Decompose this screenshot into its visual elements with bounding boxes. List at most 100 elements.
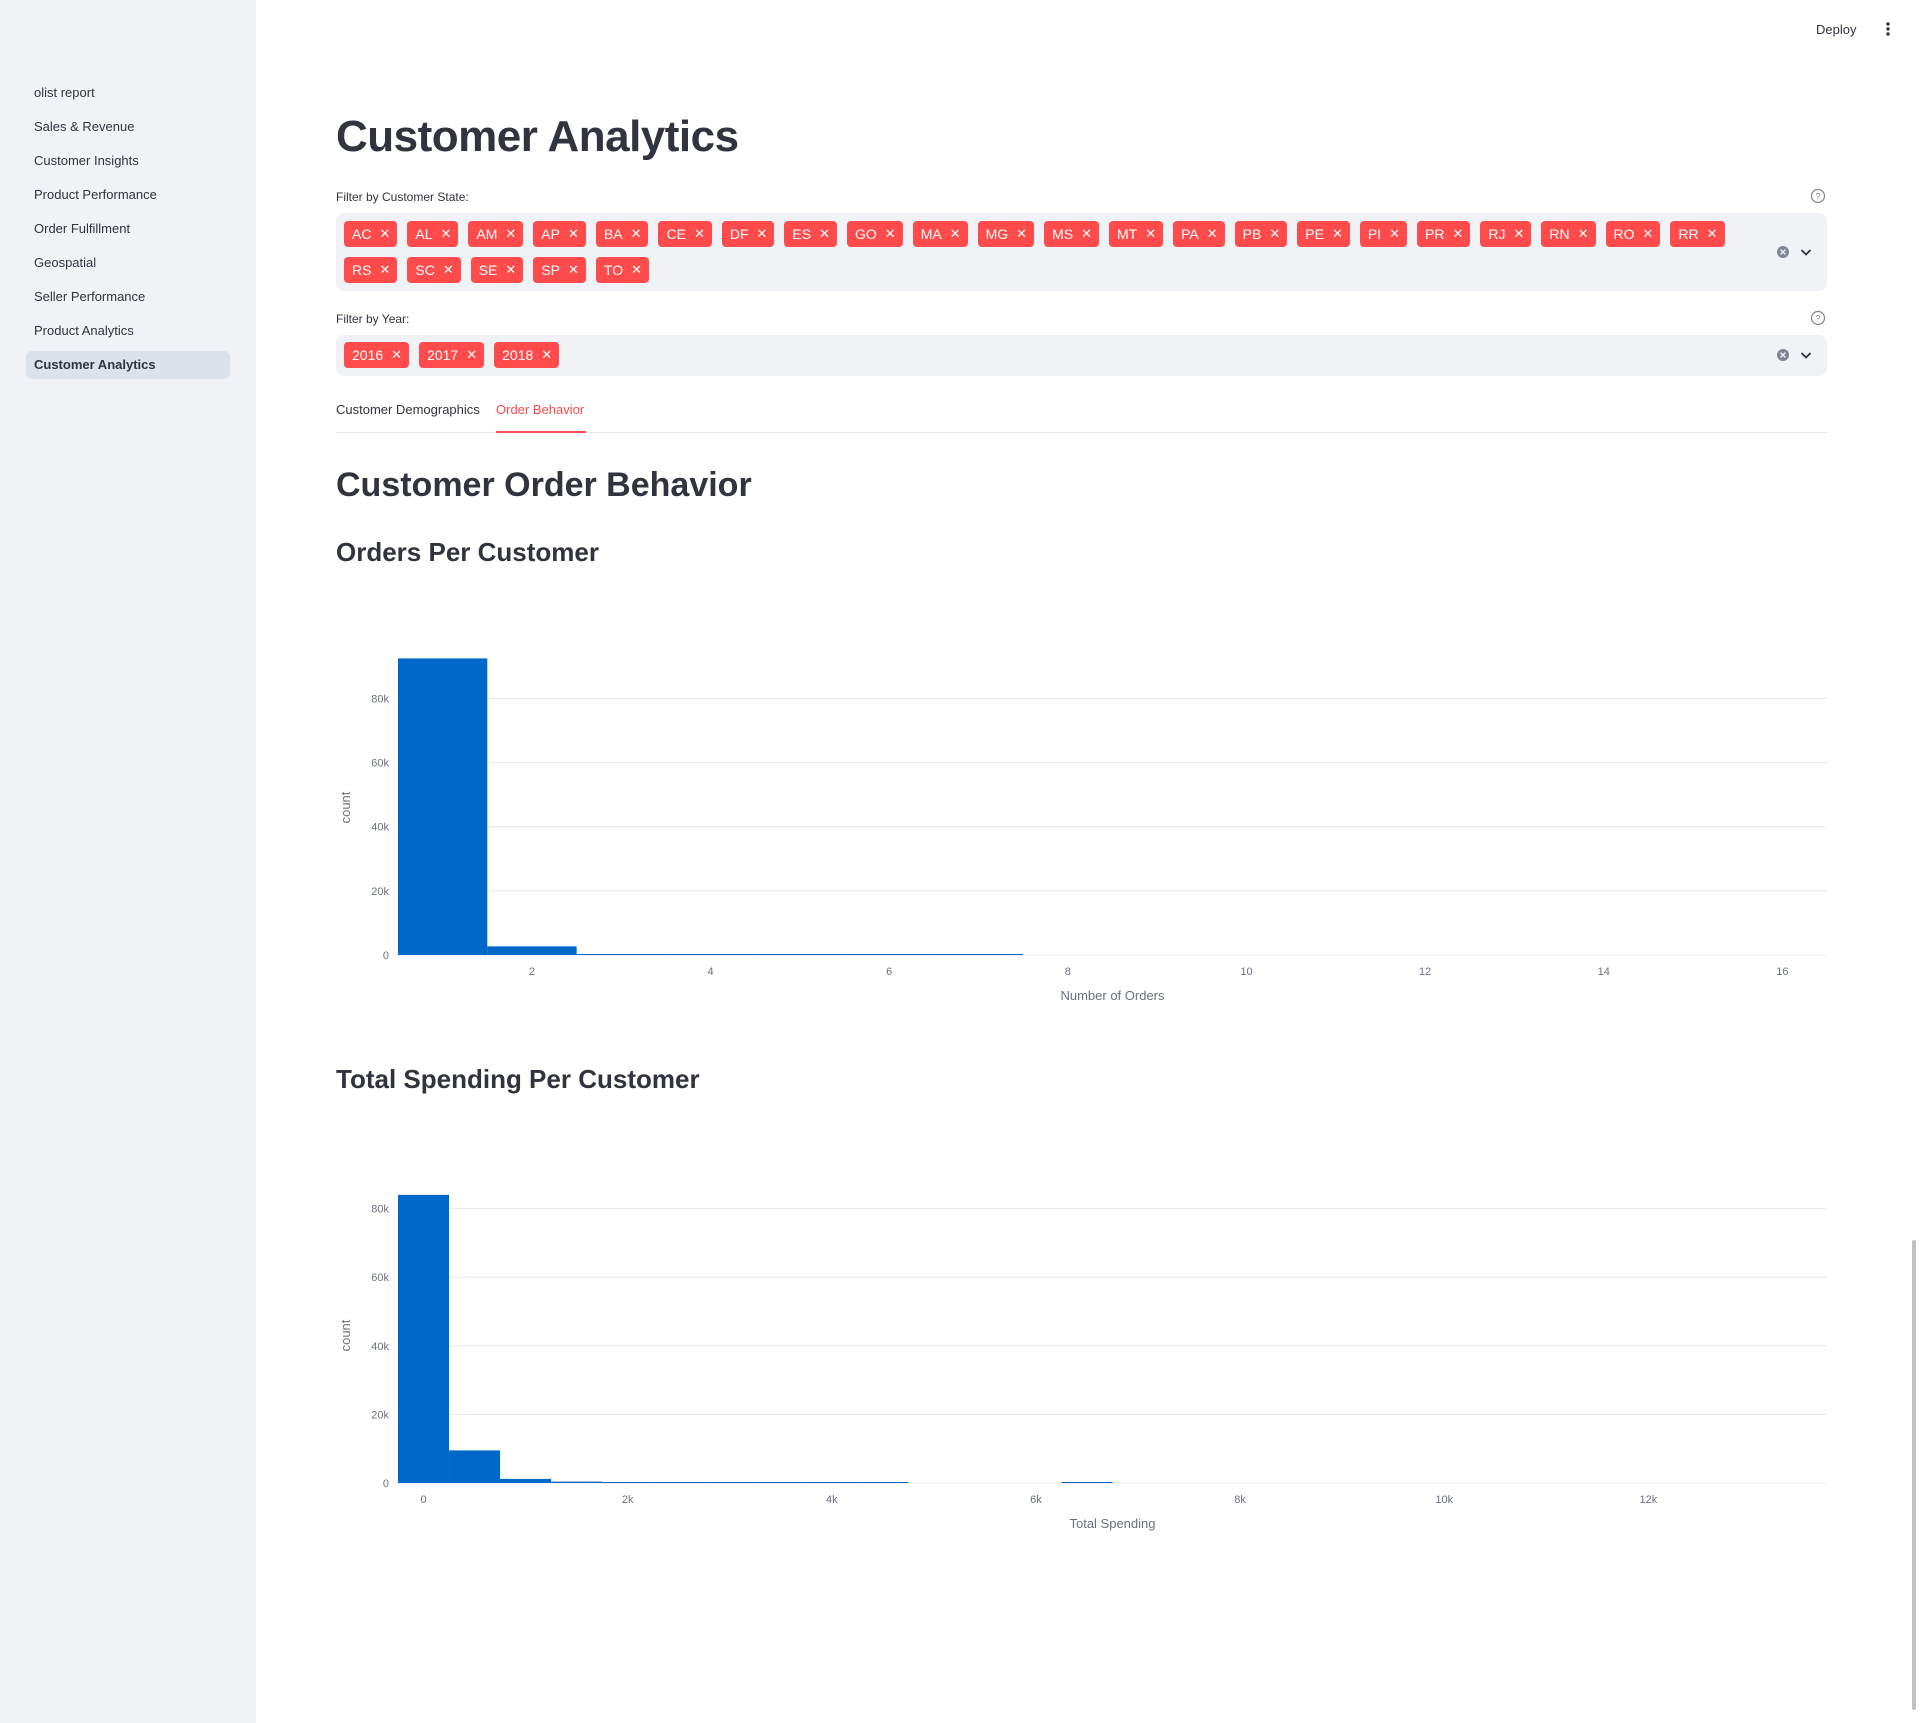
remove-chip-icon[interactable]: ✕ bbox=[885, 226, 896, 242]
remove-chip-icon[interactable]: ✕ bbox=[1452, 226, 1463, 242]
sidebar-item-customer-insights[interactable]: Customer Insights bbox=[26, 147, 230, 175]
help-circle-icon[interactable]: ? bbox=[1810, 310, 1826, 326]
sidebar-item-seller-performance[interactable]: Seller Performance bbox=[26, 283, 230, 311]
sidebar-item-product-performance[interactable]: Product Performance bbox=[26, 181, 230, 209]
state-chip[interactable]: TO ✕ bbox=[595, 257, 650, 283]
histogram-bar bbox=[933, 954, 1024, 955]
x-tick-label: 14 bbox=[1598, 966, 1610, 978]
state-chip[interactable]: CE ✕ bbox=[658, 221, 712, 247]
deploy-button[interactable]: Deploy bbox=[1810, 18, 1862, 41]
state-chip[interactable]: RJ ✕ bbox=[1480, 221, 1532, 247]
year-multiselect[interactable]: 2016 ✕ 2017 ✕ 2018 ✕ bbox=[336, 335, 1827, 376]
x-tick-label: 0 bbox=[420, 1494, 426, 1506]
remove-chip-icon[interactable]: ✕ bbox=[1513, 226, 1524, 242]
remove-chip-icon[interactable]: ✕ bbox=[1207, 226, 1218, 242]
scrollbar-thumb[interactable] bbox=[1912, 1240, 1916, 1710]
remove-chip-icon[interactable]: ✕ bbox=[1389, 226, 1400, 242]
sidebar-item-order-fulfillment[interactable]: Order Fulfillment bbox=[26, 215, 230, 243]
state-chip[interactable]: GO ✕ bbox=[847, 221, 903, 247]
state-chip[interactable]: PE ✕ bbox=[1297, 221, 1350, 247]
tab-customer-demographics[interactable]: Customer Demographics bbox=[336, 402, 480, 417]
chevron-down-icon[interactable] bbox=[1799, 348, 1813, 362]
state-chip[interactable]: PI ✕ bbox=[1359, 221, 1407, 247]
state-chip[interactable]: SE ✕ bbox=[470, 257, 524, 283]
page-scrollbar[interactable] bbox=[1908, 0, 1920, 1723]
state-chip[interactable]: RO ✕ bbox=[1605, 221, 1661, 247]
x-tick-label: 4k bbox=[826, 1494, 838, 1506]
clear-circle-icon[interactable] bbox=[1776, 245, 1790, 259]
state-chip[interactable]: RN ✕ bbox=[1541, 221, 1596, 247]
histogram-bar bbox=[576, 954, 666, 955]
state-chip-label: CE bbox=[666, 226, 686, 242]
y-tick-label: 0 bbox=[383, 950, 389, 962]
state-chip[interactable]: MS ✕ bbox=[1044, 221, 1099, 247]
state-chip[interactable]: PB ✕ bbox=[1234, 221, 1288, 247]
sidebar-item-sales-revenue[interactable]: Sales & Revenue bbox=[26, 113, 230, 141]
x-tick-label: 8k bbox=[1234, 1494, 1246, 1506]
state-chip[interactable]: SC ✕ bbox=[407, 257, 461, 283]
remove-chip-icon[interactable]: ✕ bbox=[568, 262, 579, 278]
state-chip[interactable]: MT ✕ bbox=[1108, 221, 1164, 247]
remove-chip-icon[interactable]: ✕ bbox=[443, 262, 454, 278]
remove-chip-icon[interactable]: ✕ bbox=[1707, 226, 1718, 242]
section-title: Customer Order Behavior bbox=[336, 466, 752, 504]
x-tick-label: 6 bbox=[886, 966, 892, 978]
state-chip[interactable]: AM ✕ bbox=[468, 221, 524, 247]
remove-chip-icon[interactable]: ✕ bbox=[379, 226, 390, 242]
clear-circle-icon[interactable] bbox=[1776, 348, 1790, 362]
remove-chip-icon[interactable]: ✕ bbox=[819, 226, 830, 242]
remove-chip-icon[interactable]: ✕ bbox=[950, 226, 961, 242]
state-chip[interactable]: MA ✕ bbox=[912, 221, 968, 247]
state-chip[interactable]: PR ✕ bbox=[1416, 221, 1471, 247]
remove-chip-icon[interactable]: ✕ bbox=[466, 347, 477, 363]
state-chip[interactable]: RS ✕ bbox=[344, 257, 398, 283]
histogram-bar bbox=[704, 1482, 756, 1483]
remove-chip-icon[interactable]: ✕ bbox=[1145, 226, 1156, 242]
help-circle-icon[interactable]: ? bbox=[1810, 188, 1826, 204]
sidebar-item-geospatial[interactable]: Geospatial bbox=[26, 249, 230, 277]
state-chip-label: RS bbox=[352, 262, 372, 278]
remove-chip-icon[interactable]: ✕ bbox=[1332, 226, 1343, 242]
remove-chip-icon[interactable]: ✕ bbox=[505, 262, 516, 278]
sidebar-item-product-analytics[interactable]: Product Analytics bbox=[26, 317, 230, 345]
year-chip[interactable]: 2018 ✕ bbox=[494, 342, 560, 368]
remove-chip-icon[interactable]: ✕ bbox=[541, 347, 552, 363]
sidebar-item-olist-report[interactable]: olist report bbox=[26, 79, 230, 107]
state-chip[interactable]: RR ✕ bbox=[1670, 221, 1725, 247]
state-chip[interactable]: MG ✕ bbox=[977, 221, 1035, 247]
chevron-down-icon[interactable] bbox=[1799, 245, 1813, 259]
state-chip[interactable]: AL ✕ bbox=[407, 221, 459, 247]
state-chip[interactable]: AC ✕ bbox=[344, 221, 398, 247]
remove-chip-icon[interactable]: ✕ bbox=[1016, 226, 1027, 242]
remove-chip-icon[interactable]: ✕ bbox=[757, 226, 768, 242]
state-chip[interactable]: PA ✕ bbox=[1173, 221, 1225, 247]
state-chip[interactable]: SP ✕ bbox=[533, 257, 586, 283]
remove-chip-icon[interactable]: ✕ bbox=[505, 226, 516, 242]
tab-bar: Customer Demographics Order Behavior bbox=[336, 398, 1827, 433]
state-chip[interactable]: DF ✕ bbox=[721, 221, 775, 247]
remove-chip-icon[interactable]: ✕ bbox=[568, 226, 579, 242]
remove-chip-icon[interactable]: ✕ bbox=[631, 226, 642, 242]
state-chip[interactable]: AP ✕ bbox=[533, 221, 586, 247]
remove-chip-icon[interactable]: ✕ bbox=[1578, 226, 1589, 242]
kebab-menu-icon[interactable] bbox=[1879, 18, 1897, 40]
year-chip[interactable]: 2016 ✕ bbox=[344, 342, 410, 368]
year-chip[interactable]: 2017 ✕ bbox=[419, 342, 485, 368]
remove-chip-icon[interactable]: ✕ bbox=[1269, 226, 1280, 242]
tab-order-behavior[interactable]: Order Behavior bbox=[496, 402, 584, 417]
remove-chip-icon[interactable]: ✕ bbox=[391, 347, 402, 363]
remove-chip-icon[interactable]: ✕ bbox=[1643, 226, 1654, 242]
state-chip-label: AM bbox=[476, 226, 498, 242]
remove-chip-icon[interactable]: ✕ bbox=[631, 262, 642, 278]
state-chip-label: DF bbox=[729, 226, 749, 242]
remove-chip-icon[interactable]: ✕ bbox=[694, 226, 705, 242]
state-chip[interactable]: BA ✕ bbox=[595, 221, 649, 247]
remove-chip-icon[interactable]: ✕ bbox=[440, 226, 451, 242]
remove-chip-icon[interactable]: ✕ bbox=[1081, 226, 1092, 242]
state-chip[interactable]: ES ✕ bbox=[784, 221, 838, 247]
remove-chip-icon[interactable]: ✕ bbox=[379, 262, 390, 278]
sidebar-item-customer-analytics[interactable]: Customer Analytics bbox=[26, 351, 230, 379]
state-multiselect[interactable]: AC ✕ AL ✕ AM ✕ AP ✕ BA ✕ CE ✕ DF ✕ ES ✕ GO ✕ MA ✕ MG ✕ MS ✕ MT ✕ P… bbox=[336, 213, 1827, 291]
x-tick-label: 10 bbox=[1240, 966, 1252, 978]
state-chip-label: RO bbox=[1613, 226, 1635, 242]
